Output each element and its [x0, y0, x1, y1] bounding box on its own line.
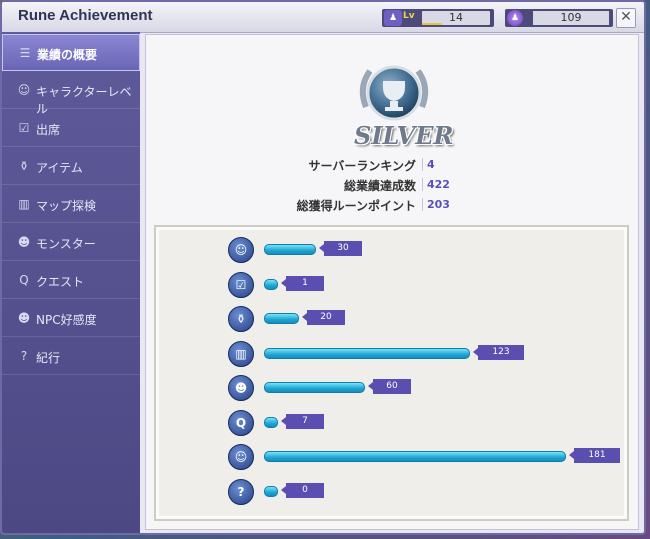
character-icon: ☺	[228, 237, 254, 263]
sidebar-item-6[interactable]: Q クエスト	[2, 262, 140, 299]
category-progress-bar	[264, 347, 470, 359]
rune-points-value: 109	[533, 11, 609, 25]
question-icon: ?	[228, 478, 254, 505]
category-count-badge: 181	[569, 448, 620, 463]
rune-points-display: ♟ 109	[505, 9, 613, 27]
list-icon: ☰	[19, 46, 31, 60]
character-icon: ☺	[17, 83, 31, 97]
stat-value: 4	[427, 158, 435, 171]
level-tag: Lv	[403, 11, 415, 21]
sidebar-item-label: NPC好感度	[36, 313, 97, 327]
stat-label: 総獲得ルーンポイント	[296, 199, 416, 213]
quest-icon: Q	[228, 409, 254, 436]
category-progress-panel: ☺ 30 ☑ 1 ⚱ 20 ▥ 123 ☻ 60 Q 7 ☺ 181? 0	[154, 225, 629, 521]
item-bag-icon: ⚱	[18, 159, 30, 173]
sidebar: ☰ 業績の概要 ☺ キャラクターレベル ☑ 出席 ⚱ アイテム ▥ マップ探検 ☻ モンスター Q クエス…	[2, 32, 140, 533]
achievement-window: Rune Achievement ♟ Lv 14 ♟ 109 ✕ ☰ 業績の概要 ☺…	[0, 0, 646, 535]
sidebar-item-3[interactable]: ⚱ アイテム	[2, 148, 140, 185]
sidebar-item-4[interactable]: ▥ マップ探検	[2, 186, 140, 223]
stat-value: 422	[427, 178, 450, 191]
sidebar-item-label: モンスター	[36, 237, 96, 251]
category-count-badge: 7	[281, 413, 324, 429]
map-icon: ▥	[228, 340, 254, 367]
category-count-badge: 60	[368, 379, 411, 394]
checkbox-icon: ☑	[18, 121, 30, 135]
character-level-icon: ♟	[384, 10, 402, 26]
category-count-badge: 1	[281, 275, 324, 291]
sidebar-item-7[interactable]: ☻ NPC好感度	[2, 300, 140, 337]
category-count-badge: 20	[302, 310, 345, 325]
level-display: ♟ Lv 14	[382, 9, 494, 27]
monster-icon: ☻	[17, 235, 31, 249]
category-count-badge: 0	[281, 482, 324, 498]
sidebar-item-2[interactable]: ☑ 出席	[2, 110, 140, 147]
question-icon: ?	[20, 349, 28, 363]
sidebar-item-label: アイテム	[36, 161, 83, 175]
stat-divider	[422, 178, 423, 191]
sidebar-item-1[interactable]: ☺ キャラクターレベル	[2, 72, 140, 116]
npc-smile-icon: ☺	[228, 444, 254, 470]
close-button[interactable]: ✕	[616, 8, 636, 28]
stat-label: サーバーランキング	[308, 159, 416, 173]
category-progress-bar	[264, 416, 278, 428]
category-progress-bar	[264, 244, 316, 255]
title-bar[interactable]: Rune Achievement ♟ Lv 14 ♟ 109 ✕	[2, 2, 644, 33]
quest-icon: Q	[19, 273, 29, 287]
sidebar-item-label: クエスト	[36, 275, 85, 289]
sidebar-item-label: マップ探検	[36, 199, 97, 213]
sidebar-item-label: 紀行	[36, 351, 61, 365]
item-bag-icon: ⚱	[228, 306, 254, 332]
stat-divider	[422, 198, 423, 211]
window-title: Rune Achievement	[18, 7, 153, 24]
rank-title: SILVER	[354, 121, 454, 150]
sidebar-item-5[interactable]: ☻ モンスター	[2, 224, 140, 261]
level-progress-fill	[422, 23, 443, 25]
sidebar-item-label: 業績の概要	[37, 48, 98, 62]
sidebar-item-label: 出席	[36, 123, 61, 137]
category-progress-bar	[264, 278, 278, 290]
monster-icon: ☻	[228, 375, 254, 401]
sidebar-item-8[interactable]: ? 紀行	[2, 338, 140, 375]
stat-value: 203	[427, 198, 450, 211]
stat-label: 総業績達成数	[343, 179, 416, 193]
npc-smile-icon: ☻	[17, 311, 31, 325]
stat-divider	[422, 158, 423, 171]
category-progress-bar	[264, 451, 566, 462]
category-count-badge: 30	[319, 241, 362, 256]
category-count-badge: 123	[473, 344, 524, 360]
rune-point-icon: ♟	[507, 10, 523, 26]
category-progress-bar	[264, 313, 299, 324]
category-progress-bar	[264, 485, 278, 497]
map-icon: ▥	[18, 197, 30, 211]
category-progress-bar	[264, 382, 365, 393]
overview-panel: SILVER サーバーランキング 4 総業績達成数 422 総獲得ルーンポイント 203 …	[145, 34, 639, 530]
checkbox-icon: ☑	[228, 271, 254, 298]
sidebar-item-0[interactable]: ☰ 業績の概要	[2, 34, 140, 71]
